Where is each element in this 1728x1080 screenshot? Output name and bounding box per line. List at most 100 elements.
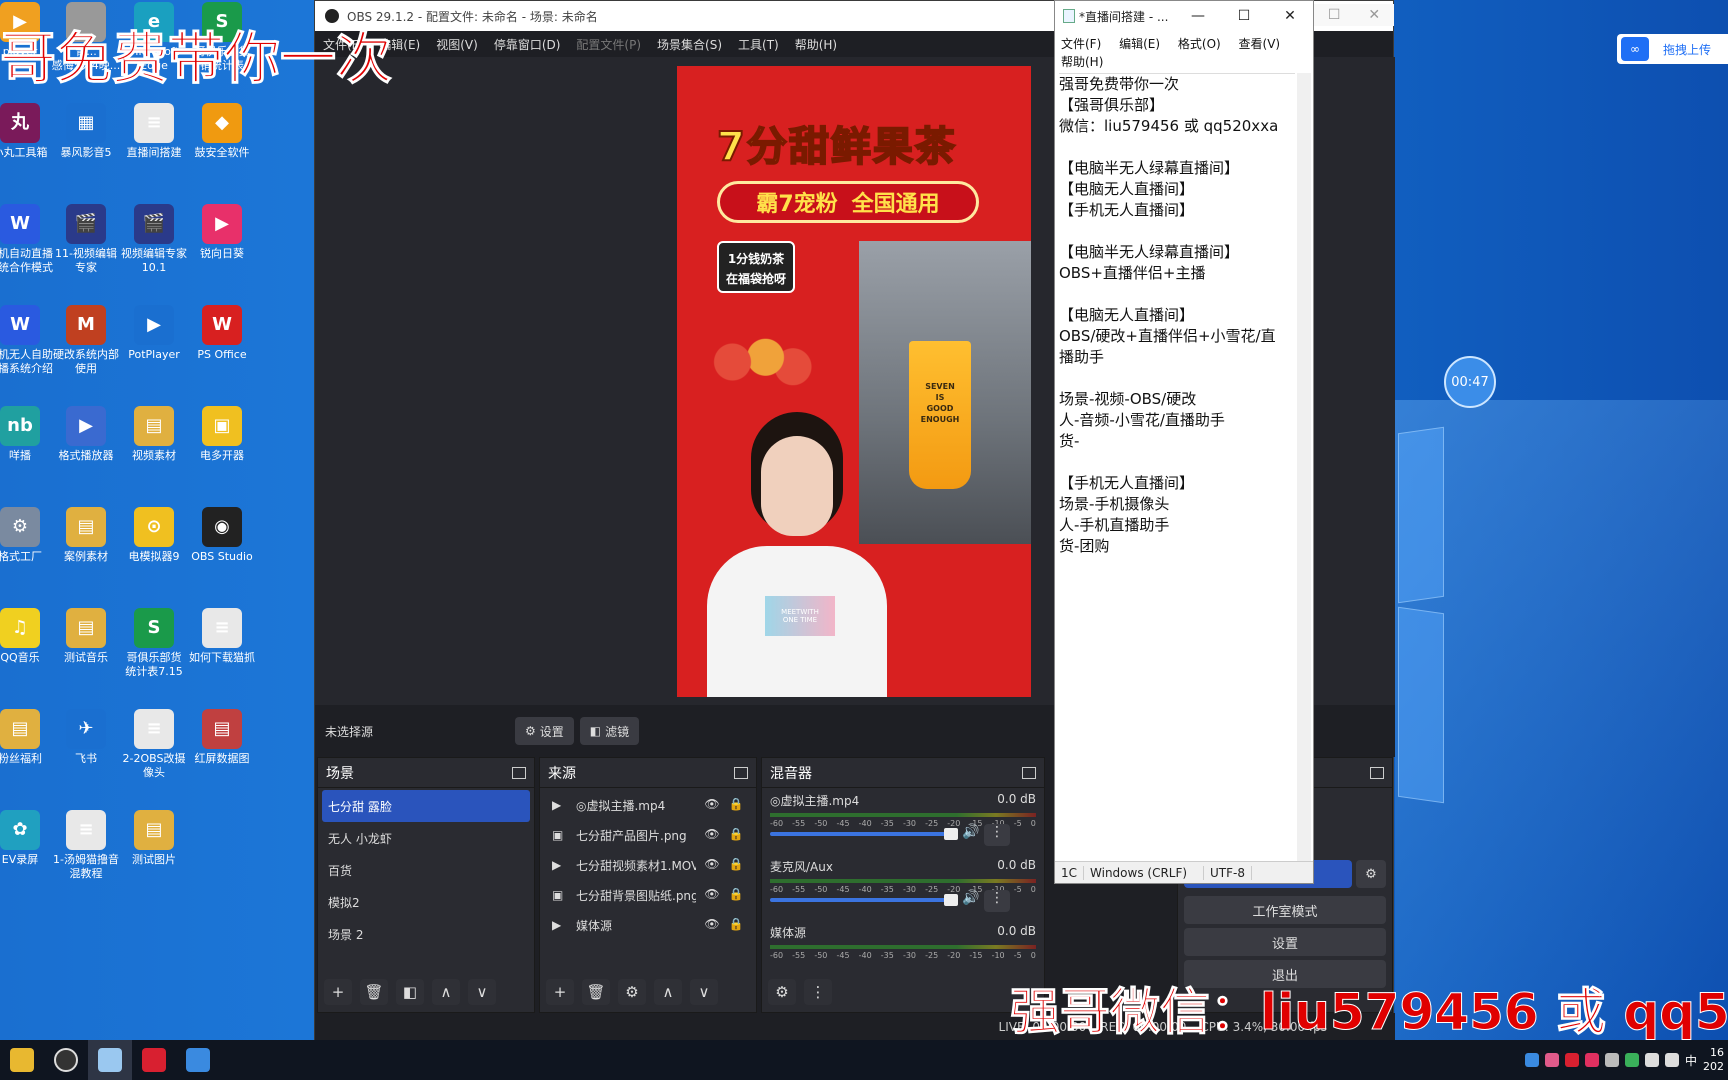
volume-slider-handle[interactable] (944, 894, 958, 906)
desktop-icon[interactable]: M 硬改系统内部 使用 (50, 305, 122, 376)
desktop-icon[interactable]: ▶ 锐向日葵 (186, 204, 258, 261)
obs-menu-scene-collection[interactable]: 场景集合(S) (657, 36, 722, 53)
move-scene-up-button[interactable]: ∧ (432, 979, 460, 1005)
obs-taskbar-button[interactable] (44, 1040, 88, 1080)
desktop-icon[interactable]: S 哥俱乐部货 统计表7.15 (118, 608, 190, 679)
desktop-icon[interactable]: W 手机自动直播 系统合作模式 (0, 204, 56, 275)
clock[interactable]: 16 202 (1703, 1046, 1724, 1074)
desktop-icon[interactable]: ◆ 鼓安全软件 (186, 103, 258, 160)
add-scene-button[interactable]: + (324, 979, 352, 1005)
obs-menu-tools[interactable]: 工具(T) (738, 36, 779, 53)
advanced-audio-button[interactable]: ⚙ (768, 979, 796, 1005)
desktop-icon[interactable]: W PS Office (186, 305, 258, 362)
desktop-icon[interactable]: ▶ 格式播放器 (50, 406, 122, 463)
remove-source-button[interactable]: 🗑 (582, 979, 610, 1005)
file-explorer-taskbar-button[interactable] (0, 1040, 44, 1080)
tray-icon[interactable] (1524, 1053, 1539, 1067)
volume-slider[interactable] (770, 898, 946, 902)
visibility-eye-icon[interactable]: 👁 (704, 917, 720, 933)
properties-button[interactable]: ⚙ 设置 (515, 717, 574, 745)
close-icon[interactable]: ✕ (1368, 7, 1380, 23)
speaker-icon[interactable]: 🔊 (962, 824, 979, 840)
desktop-icon[interactable]: ≡ 直播间搭建 (118, 103, 190, 160)
notepad-menu-file[interactable]: 文件(F) (1061, 37, 1101, 51)
desktop-icon[interactable]: ▤ 案例素材 (50, 507, 122, 564)
settings-button[interactable]: 设置 (1184, 928, 1386, 956)
lock-icon[interactable]: 🔒 (728, 917, 744, 933)
tray-icon[interactable] (1564, 1053, 1579, 1067)
tray-icon[interactable] (1584, 1053, 1599, 1067)
desktop-icon[interactable]: ≡ 如何下载猫抓 (186, 608, 258, 665)
desktop-icon[interactable]: ≡ 2-2OBS改摄 像头 (118, 709, 190, 780)
visibility-eye-icon[interactable]: 👁 (704, 887, 720, 903)
lock-icon[interactable]: 🔒 (728, 857, 744, 873)
close-icon[interactable]: ✕ (1267, 8, 1313, 24)
desktop-icon[interactable]: ✈ 飞书 (50, 709, 122, 766)
minimize-icon[interactable]: — (1175, 8, 1221, 24)
maximize-icon[interactable]: ☐ (1328, 7, 1341, 23)
scene-item[interactable]: 百货 (318, 854, 534, 886)
desktop-icon[interactable]: 🎬 视频编辑专家 10.1 (118, 204, 190, 275)
notepad-taskbar-button[interactable] (88, 1040, 132, 1080)
lock-icon[interactable]: 🔒 (728, 797, 744, 813)
volume-slider[interactable] (770, 832, 946, 836)
notepad-menu-format[interactable]: 格式(O) (1178, 37, 1221, 51)
channel-menu-button[interactable]: ⋮ (984, 824, 1010, 846)
add-source-button[interactable]: + (546, 979, 574, 1005)
lock-icon[interactable]: 🔒 (728, 887, 744, 903)
desktop-icon[interactable]: ⚙ 格式工厂 (0, 507, 56, 564)
app-taskbar-button[interactable] (132, 1040, 176, 1080)
speaker-icon[interactable] (1644, 1053, 1659, 1067)
source-properties-button[interactable]: ⚙ (618, 979, 646, 1005)
desktop-icon[interactable]: ♫ QQ音乐 (0, 608, 56, 665)
desktop-icon[interactable]: ▤ 粉丝福利 (0, 709, 56, 766)
undock-icon[interactable] (1022, 767, 1036, 779)
scene-item[interactable]: 场景 2 (318, 918, 534, 950)
desktop-icon[interactable]: W 手机无人自助 直播系统介绍 (0, 305, 56, 376)
source-item[interactable]: ▶ 七分甜视频素材1.MOV 👁 🔒 (540, 850, 756, 880)
move-source-down-button[interactable]: ∨ (690, 979, 718, 1005)
volume-slider-handle[interactable] (944, 828, 958, 840)
visibility-eye-icon[interactable]: 👁 (704, 827, 720, 843)
undock-icon[interactable] (512, 767, 526, 779)
desktop-icon[interactable]: ⊙ 电模拟器9 (118, 507, 190, 564)
notepad-text-area[interactable]: 强哥免费带你一次 【强哥俱乐部】 微信：liu579456 或 qq520xxa… (1059, 73, 1295, 863)
source-item[interactable]: ▣ 七分甜产品图片.png 👁 🔒 (540, 820, 756, 850)
speaker-icon[interactable]: 🔊 (962, 890, 979, 906)
tray-icon[interactable] (1624, 1053, 1639, 1067)
desktop-icon[interactable]: ≡ 1-汤姆猫撸音 混教程 (50, 810, 122, 881)
desktop-icon[interactable]: 丸小丸工具箱 (0, 103, 56, 160)
channel-menu-button[interactable]: ⋮ (984, 890, 1010, 912)
obs-menu-view[interactable]: 视图(V) (436, 36, 478, 53)
notepad-menu-view[interactable]: 查看(V) (1239, 37, 1281, 51)
desktop-icon[interactable]: ▤ 测试图片 (118, 810, 190, 867)
maximize-icon[interactable]: ☐ (1221, 8, 1267, 24)
move-scene-down-button[interactable]: ∨ (468, 979, 496, 1005)
app2-taskbar-button[interactable] (176, 1040, 220, 1080)
desktop-icon[interactable]: nb 咩播 (0, 406, 56, 463)
virtual-camera-settings-button[interactable]: ⚙ (1356, 860, 1386, 888)
desktop-icon[interactable]: 🎬 11-视频编辑 专家 (50, 204, 122, 275)
filters-button[interactable]: ◧ 滤镜 (579, 717, 640, 745)
input-language[interactable]: 中 (1685, 1052, 1697, 1069)
desktop-icon[interactable]: ▤ 视频素材 (118, 406, 190, 463)
visibility-eye-icon[interactable]: 👁 (704, 797, 720, 813)
mixer-menu-button[interactable]: ⋮ (804, 979, 832, 1005)
tray-icon[interactable] (1604, 1053, 1619, 1067)
notepad-scrollbar[interactable] (1297, 73, 1311, 863)
baidu-upload-widget[interactable]: ∞ 拖拽上传 (1617, 34, 1728, 64)
desktop-icon[interactable]: ◉ OBS Studio (186, 507, 258, 564)
scene-filters-button[interactable]: ◧ (396, 979, 424, 1005)
tray-icon[interactable] (1544, 1053, 1559, 1067)
lock-icon[interactable]: 🔒 (728, 827, 744, 843)
source-item[interactable]: ▶ 媒体源 👁 🔒 (540, 910, 756, 940)
notepad-menu-help[interactable]: 帮助(H) (1061, 55, 1103, 69)
desktop-icon[interactable]: ▶ PotPlayer (118, 305, 190, 362)
desktop-icon[interactable]: ▣ 电多开器 (186, 406, 258, 463)
scene-item[interactable]: 模拟2 (318, 886, 534, 918)
network-icon[interactable] (1664, 1053, 1679, 1067)
obs-menu-docks[interactable]: 停靠窗口(D) (494, 36, 561, 53)
desktop-icon[interactable]: ▦ 暴风影音5 (50, 103, 122, 160)
source-item[interactable]: ▣ 七分甜背景图贴纸.png 👁 🔒 (540, 880, 756, 910)
recording-timer[interactable]: 00:47 (1444, 356, 1496, 408)
